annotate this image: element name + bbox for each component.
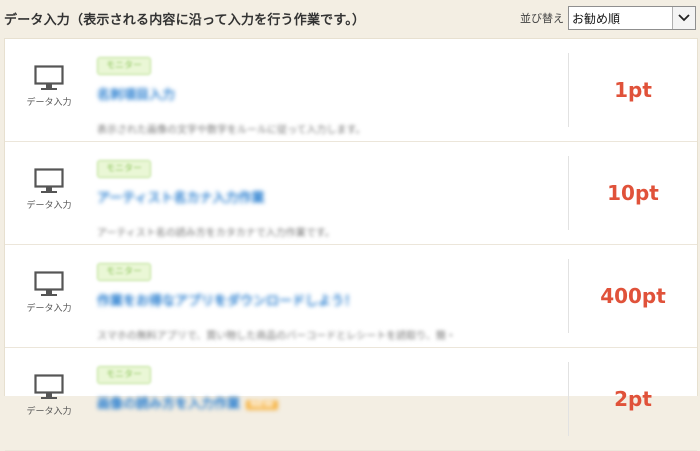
category-label: データ入力 xyxy=(26,304,72,314)
category-label: データ入力 xyxy=(26,98,72,108)
monitor-icon xyxy=(34,65,64,90)
points-value: 400pt xyxy=(600,284,666,308)
category: データ入力 xyxy=(5,348,93,450)
monitor-icon xyxy=(34,271,64,296)
sort-select-value: お勧め順 xyxy=(572,11,621,26)
task-description: アーティスト名の読み方をカタカナで入力作業です。 xyxy=(97,228,335,239)
points-value: 2pt xyxy=(614,387,652,411)
monitor-icon xyxy=(34,374,64,399)
monitor-badge: モニター xyxy=(97,366,152,384)
monitor-icon xyxy=(34,168,64,193)
category: データ入力 xyxy=(5,39,93,141)
task-title[interactable]: 名刺項目入力 xyxy=(97,84,568,103)
new-badge: NEW xyxy=(246,399,278,410)
monitor-badge: モニター xyxy=(97,57,152,75)
sort-control: 並び替え お勧め順 xyxy=(520,6,696,30)
monitor-badge: モニター xyxy=(97,263,152,281)
task-title[interactable]: アーティスト名カナ入力作業 xyxy=(97,187,568,206)
monitor-badge: モニター xyxy=(97,160,152,178)
list-header: データ入力（表示される内容に沿って入力を行う作業です。） 並び替え お勧め順 xyxy=(0,0,700,36)
points-value: 1pt xyxy=(614,78,652,102)
task-description: スマホの無料アプリで、買い物した商品のバーコードとレシートを読取り、簡・ xyxy=(97,331,456,342)
task-title-text: 画像の読み方を入力作業 xyxy=(97,397,241,412)
task-description: 表示された画像の文字や数字をルールに従って入力します。 xyxy=(97,125,366,136)
task-item[interactable]: データ入力 モニター 作業をお得なアプリをダウンロードしよう！ スマホの無料アプ… xyxy=(5,245,697,348)
sort-label: 並び替え xyxy=(520,12,564,25)
task-title[interactable]: 作業をお得なアプリをダウンロードしよう！ xyxy=(97,290,568,309)
category-label: データ入力 xyxy=(26,407,72,417)
category: データ入力 xyxy=(5,245,93,347)
sort-select[interactable]: お勧め順 xyxy=(568,6,696,30)
category: データ入力 xyxy=(5,142,93,244)
category-label: データ入力 xyxy=(26,201,72,211)
task-item[interactable]: データ入力 モニター 画像の読み方を入力作業 NEW 2pt xyxy=(5,348,697,451)
page-title: データ入力（表示される内容に沿って入力を行う作業です。） xyxy=(4,12,366,28)
task-item[interactable]: データ入力 モニター アーティスト名カナ入力作業 アーティスト名の読み方をカタカ… xyxy=(5,142,697,245)
task-list: データ入力 モニター 名刺項目入力 表示された画像の文字や数字をルールに従って入… xyxy=(4,38,698,451)
points-value: 10pt xyxy=(607,181,659,205)
chevron-down-icon[interactable] xyxy=(672,7,695,29)
task-item[interactable]: データ入力 モニター 名刺項目入力 表示された画像の文字や数字をルールに従って入… xyxy=(5,39,697,142)
